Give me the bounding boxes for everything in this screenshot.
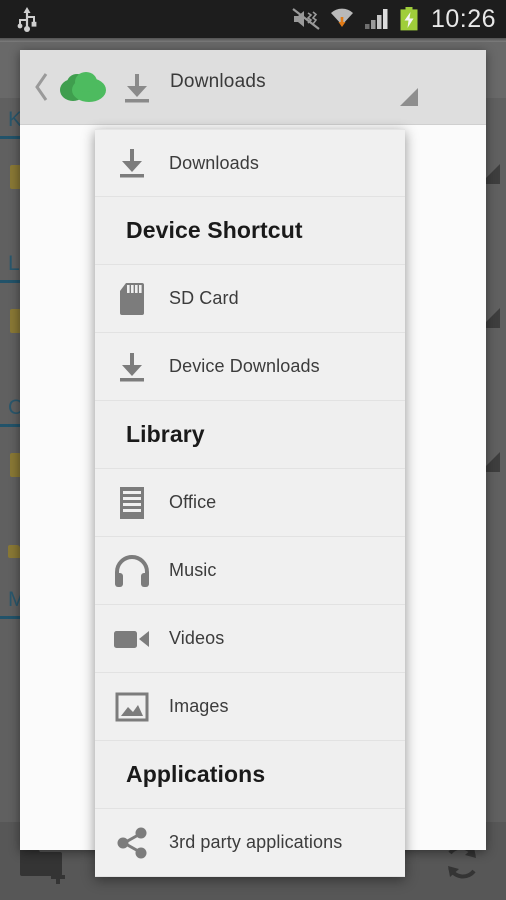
triangle-indicator-icon[interactable] xyxy=(400,88,418,106)
image-icon xyxy=(95,691,169,723)
video-camera-icon xyxy=(95,626,169,652)
download-icon xyxy=(95,147,169,179)
location-dropdown-menu: Downloads Device Shortcut SD Card Device… xyxy=(95,129,405,877)
menu-item-label: Office xyxy=(169,492,217,512)
document-icon xyxy=(95,486,169,520)
menu-item-label: Device Downloads xyxy=(169,356,320,376)
signal-icon xyxy=(364,8,390,30)
menu-section-label: Applications xyxy=(126,761,266,787)
download-icon xyxy=(95,351,169,383)
sheet-header: Downloads xyxy=(20,50,486,125)
menu-item-label: 3rd party applications xyxy=(169,832,343,852)
back-chevron-icon[interactable] xyxy=(32,70,50,104)
menu-item-label: Downloads xyxy=(169,152,259,173)
status-bar-clock: 10:26 xyxy=(430,4,496,33)
usb-icon xyxy=(16,6,38,32)
wifi-icon xyxy=(329,7,355,31)
vibrate-off-icon xyxy=(292,8,320,30)
download-icon xyxy=(120,72,154,104)
menu-section-label: Device Shortcut xyxy=(126,217,303,243)
status-bar: 10:26 xyxy=(0,0,506,38)
menu-item-videos[interactable]: Videos xyxy=(95,605,405,673)
battery-charging-icon xyxy=(399,7,419,31)
menu-section-header-device-shortcut: Device Shortcut xyxy=(95,197,405,265)
menu-section-header-library: Library xyxy=(95,401,405,469)
sd-card-icon xyxy=(95,282,169,316)
headphones-icon xyxy=(95,554,169,588)
menu-item-label: Music xyxy=(169,560,217,580)
menu-item-device-downloads[interactable]: Device Downloads xyxy=(95,333,405,401)
menu-item-downloads[interactable]: Downloads xyxy=(95,129,405,197)
menu-item-3rd-party-applications[interactable]: 3rd party applications xyxy=(95,809,405,877)
menu-section-header-applications: Applications xyxy=(95,741,405,809)
share-icon xyxy=(95,827,169,859)
menu-item-music[interactable]: Music xyxy=(95,537,405,605)
menu-item-sd-card[interactable]: SD Card xyxy=(95,265,405,333)
menu-item-images[interactable]: Images xyxy=(95,673,405,741)
menu-item-label: Images xyxy=(169,696,229,716)
menu-item-label: Videos xyxy=(169,628,225,648)
menu-item-office[interactable]: Office xyxy=(95,469,405,537)
green-cloud-logo-icon[interactable] xyxy=(56,70,112,104)
status-bar-shadow xyxy=(0,38,506,42)
phone-screen: K L C M Downloads Downloads Device Short… xyxy=(0,0,506,900)
sheet-title: Downloads xyxy=(170,71,266,92)
menu-section-label: Library xyxy=(126,421,205,447)
menu-item-label: SD Card xyxy=(169,288,239,308)
status-icons: 10:26 xyxy=(292,0,496,38)
